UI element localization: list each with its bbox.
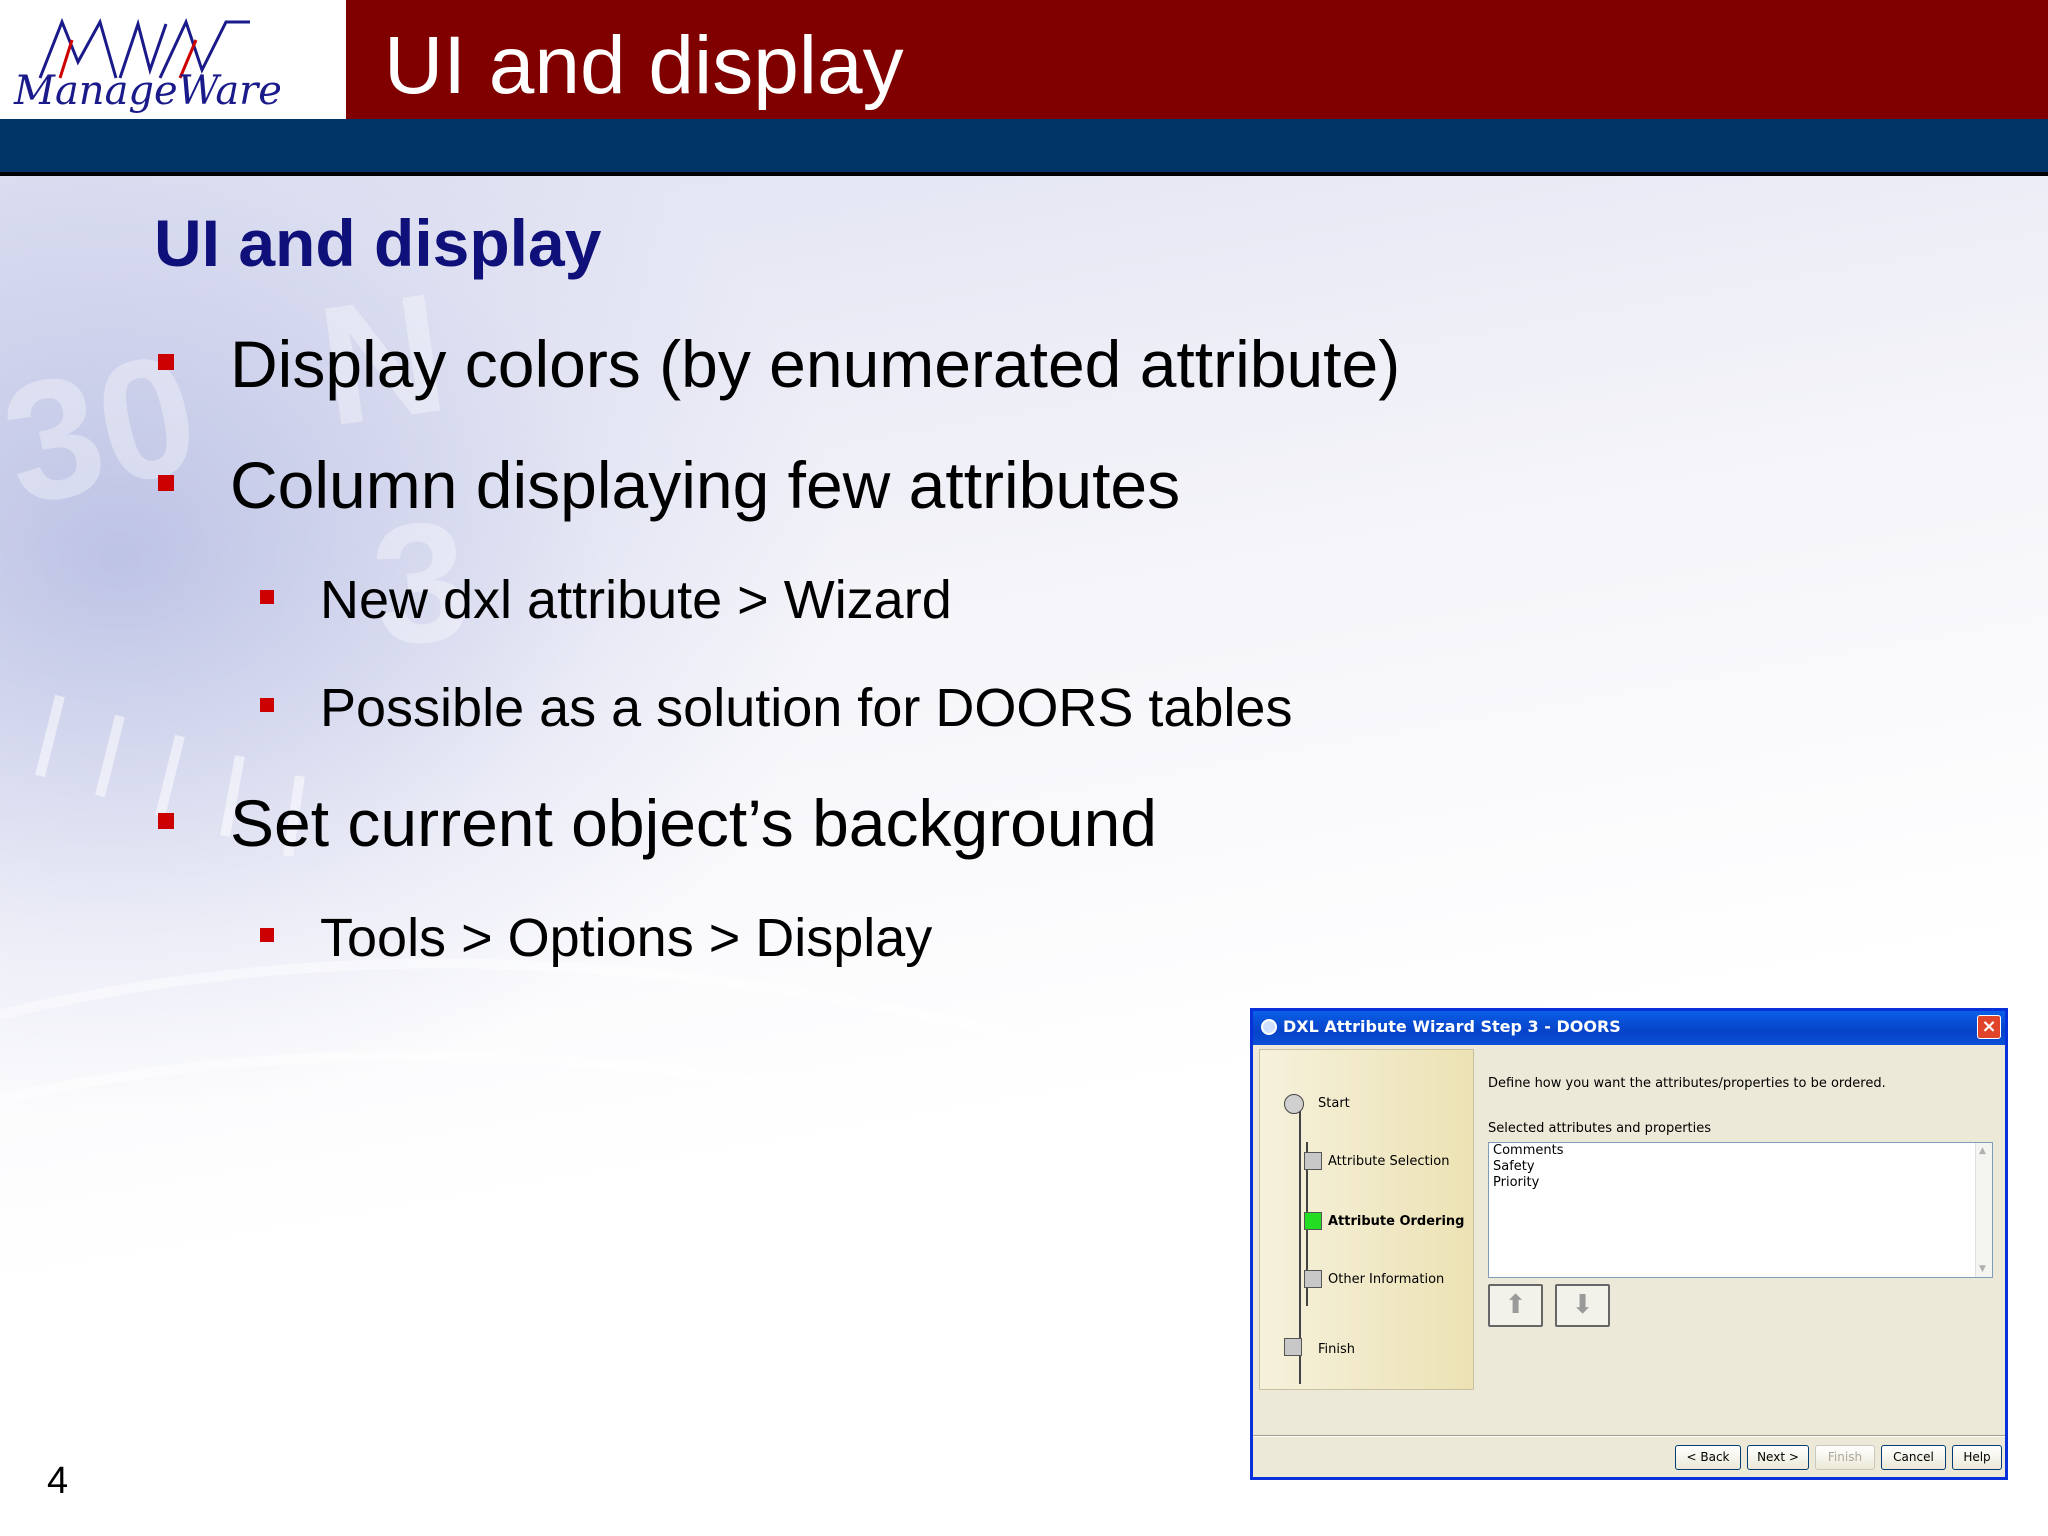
scroll-up-icon[interactable]: ▲ (1979, 1146, 1986, 1156)
bullet-text: Possible as a solution for DOORS tables (320, 678, 1293, 738)
move-down-button[interactable]: ⬇ (1555, 1284, 1610, 1327)
bullet-object-background: Set current object’s background (158, 785, 1157, 861)
bullet-marker (158, 354, 174, 370)
bullet-text: Tools > Options > Display (320, 908, 933, 968)
bullet-text: New dxl attribute > Wizard (320, 570, 952, 630)
content-heading: UI and display (154, 206, 602, 280)
selected-attributes-list[interactable]: Comments Safety Priority ▲ ▼ (1488, 1142, 1993, 1278)
help-button[interactable]: Help (1952, 1445, 2002, 1470)
close-button[interactable]: × (1977, 1015, 2001, 1039)
bullet-marker (158, 475, 174, 491)
finish-button[interactable]: Finish (1815, 1445, 1875, 1470)
step-attribute-ordering: Attribute Ordering (1328, 1214, 1465, 1229)
svg-text:30: 30 (0, 317, 213, 542)
bullet-text: Column displaying few attributes (230, 448, 1181, 522)
step-attribute-selection: Attribute Selection (1328, 1154, 1450, 1169)
arrow-up-icon: ⬆ (1504, 1290, 1527, 1320)
managewave-logo-graphic: ManageWare (13, 17, 282, 114)
step-attribute-ordering-icon (1304, 1212, 1322, 1230)
dialog-title-bar[interactable]: DXL Attribute Wizard Step 3 - DOORS × (1253, 1011, 2005, 1045)
step-start: Start (1318, 1096, 1350, 1111)
back-button[interactable]: < Back (1675, 1445, 1741, 1470)
step-finish-icon (1284, 1338, 1302, 1356)
bullet-text: Display colors (by enumerated attribute) (230, 327, 1401, 401)
logo-text: ManageWare (13, 68, 282, 114)
cancel-button[interactable]: Cancel (1881, 1445, 1946, 1470)
instruction-text: Define how you want the attributes/prope… (1488, 1076, 1886, 1091)
arrow-down-icon: ⬇ (1571, 1290, 1594, 1320)
bullet-marker (260, 928, 274, 942)
step-finish: Finish (1318, 1342, 1356, 1357)
bullet-marker (158, 813, 174, 829)
step-other-information: Other Information (1328, 1272, 1445, 1287)
slide-title: UI and display (384, 20, 904, 111)
list-scrollbar[interactable]: ▲ ▼ (1975, 1143, 1992, 1277)
app-icon (1261, 1019, 1277, 1035)
company-logo: ManageWare (0, 0, 346, 119)
list-item[interactable]: Safety (1489, 1159, 1992, 1175)
list-item[interactable]: Comments (1489, 1143, 1992, 1159)
bullet-marker (260, 698, 274, 712)
subbullet-tools-options: Tools > Options > Display (260, 906, 933, 970)
dxl-attribute-wizard-dialog: DXL Attribute Wizard Step 3 - DOORS × St… (1250, 1008, 2008, 1480)
step-other-information-icon (1304, 1270, 1322, 1288)
scroll-down-icon[interactable]: ▼ (1979, 1264, 1986, 1274)
dialog-title: DXL Attribute Wizard Step 3 - DOORS (1283, 1017, 1621, 1036)
header-blue-band (0, 119, 2048, 172)
next-button[interactable]: Next > (1747, 1445, 1809, 1470)
move-up-button[interactable]: ⬆ (1488, 1284, 1543, 1327)
step-start-icon (1284, 1094, 1304, 1114)
list-label: Selected attributes and properties (1488, 1121, 1712, 1136)
bullet-display-colors: Display colors (by enumerated attribute) (158, 326, 1401, 402)
list-item[interactable]: Priority (1489, 1175, 1992, 1191)
title-bar: UI and display (346, 0, 2048, 119)
dialog-separator (1253, 1435, 2005, 1437)
bullet-column-attributes: Column displaying few attributes (158, 447, 1181, 523)
subbullet-doors-tables: Possible as a solution for DOORS tables (260, 676, 1293, 740)
page-number: 4 (47, 1460, 69, 1502)
wizard-steps-panel: Start Attribute Selection Attribute Orde… (1259, 1049, 1474, 1390)
subbullet-dxl-wizard: New dxl attribute > Wizard (260, 568, 952, 632)
bullet-marker (260, 590, 274, 604)
step-attribute-selection-icon (1304, 1152, 1322, 1170)
bullet-text: Set current object’s background (230, 786, 1157, 860)
